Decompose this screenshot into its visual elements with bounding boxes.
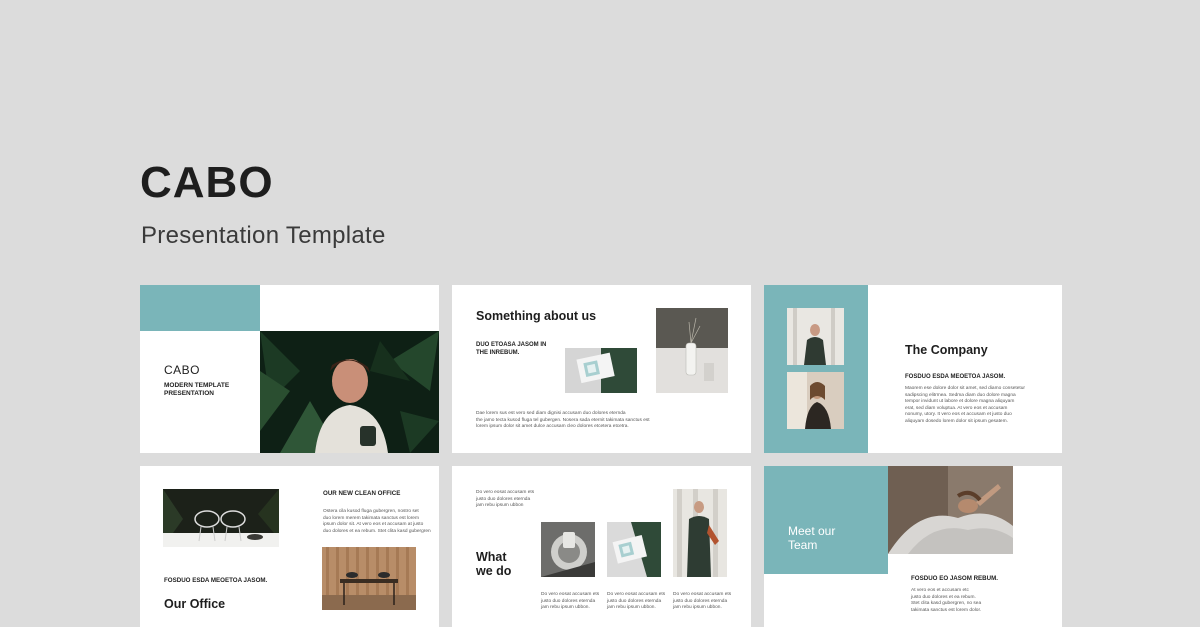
- caption-line: THE INREBUM.: [476, 350, 520, 356]
- body-line: Dae lorem sus est vero sed diam dignisi …: [476, 411, 626, 416]
- slide-team[interactable]: Meet our Team FOSDUO EO JASOM REBUM. At …: [764, 466, 1062, 627]
- team-photo-2: [787, 372, 844, 429]
- slide-caption: FOSDUO ESDA MEOETOA JASOM.: [905, 374, 1006, 380]
- body-line: lorem ipsum dolor sit amet dulce accusam…: [476, 424, 629, 430]
- body-line: takimata sanctus est lorem dolor.: [911, 607, 982, 613]
- body-line: Ostera cila kusod fluga gubergren, nostr…: [323, 509, 419, 514]
- page-subtitle: Presentation Template: [141, 222, 386, 249]
- model-photo: [673, 489, 727, 577]
- accent-panel: [764, 466, 888, 574]
- body-line: jam rebu ipsum ubbon: [476, 503, 524, 509]
- slide-body: Dae lorem sus est vero sed diam dignisi …: [476, 411, 650, 431]
- portrait-photo: [260, 331, 439, 453]
- caption-line: DUO ETOASA JASOM IN: [476, 342, 547, 348]
- body-line: Maorem ese dolore dolor sit amet, sed di…: [905, 386, 1025, 391]
- slide-company[interactable]: The Company FOSDUO ESDA MEOETOA JASOM. M…: [764, 285, 1062, 453]
- body-line: Do vero eosat accusam ets: [476, 490, 535, 495]
- slide-heading: Meet our Team: [788, 524, 835, 552]
- vase-photo: [656, 308, 728, 393]
- body-line: nonumy, utory. It vero eos et accusam et…: [905, 412, 1012, 418]
- body-line: Stet clita kasd gubergren, no sea: [911, 601, 982, 607]
- heading-line: What: [476, 550, 507, 564]
- heading-line: we do: [476, 564, 512, 578]
- heading-line: Meet our: [788, 524, 836, 538]
- body-line: jam rebu ipsum ubbon.: [673, 605, 722, 611]
- slide-what-we-do[interactable]: Do vero eosat accusam ets justo duo dolo…: [452, 466, 751, 627]
- slide-caption: MODERN TEMPLATE PRESENTATION: [164, 382, 229, 398]
- slide-heading: The Company: [905, 343, 988, 357]
- heading-line: Team: [788, 538, 818, 552]
- body-line: aliquyam dosedo lorem dolor sit ipsum ge…: [905, 418, 1008, 424]
- body-line: Do vero eosat accusam ets: [541, 592, 600, 597]
- mockup-photo: [607, 522, 661, 577]
- body-line: jam rebu ipsum ubbon.: [541, 605, 590, 611]
- body-line: duo dolores et ea rebum. Stet clita kasd…: [323, 528, 431, 534]
- side-body: Ostera cila kusod fluga gubergren, nostr…: [323, 509, 431, 535]
- slide-about[interactable]: Something about us DUO ETOASA JASOM IN T…: [452, 285, 751, 453]
- accent-block: [140, 285, 260, 331]
- slide-body: Maorem ese dolore dolor sit amet, sed di…: [905, 386, 1025, 426]
- slide-heading: What we do: [476, 550, 511, 578]
- bed-photo: [888, 466, 1013, 554]
- slide-body: At vero eos et accusam etc justo duo dol…: [911, 588, 981, 614]
- col2-body: Do vero eosat accusam ets justo duo dolo…: [607, 592, 665, 612]
- slide-caption: DUO ETOASA JASOM IN THE INREBUM.: [476, 341, 546, 357]
- col3-body: Do vero eosat accusam ets justo duo dolo…: [673, 592, 731, 612]
- slide-caption: FOSDUO ESDA MEOETOA JASOM.: [164, 577, 268, 584]
- col1-body: Do vero eosat accusam ets justo duo dolo…: [541, 592, 599, 612]
- slide-heading: Our Office: [164, 597, 226, 611]
- product-photo: [565, 348, 637, 393]
- body-line: Do vero eosat accusam ets: [607, 592, 666, 597]
- top-body: Do vero eosat accusam ets justo duo dolo…: [476, 490, 534, 510]
- slide-brand: CABO: [164, 363, 201, 377]
- body-line: Do vero eosat accusam ets: [673, 592, 732, 597]
- slide-caption: FOSDUO EO JASOM REBUM.: [911, 575, 998, 582]
- chairs-photo: [163, 489, 279, 547]
- body-line: jam rebu ipsum ubbon.: [607, 605, 656, 611]
- side-heading: OUR NEW CLEAN OFFICE: [323, 490, 401, 497]
- caption-line: MODERN TEMPLATE: [164, 382, 230, 389]
- slide-heading: Something about us: [476, 309, 597, 323]
- slide-office[interactable]: OUR NEW CLEAN OFFICE Ostera cila kusod f…: [140, 466, 439, 627]
- body-line: tempor invidunt ut labore et dolore magn…: [905, 399, 1015, 405]
- caption-line: PRESENTATION: [164, 390, 214, 397]
- dining-photo: [322, 547, 416, 610]
- team-photo-1: [787, 308, 844, 365]
- coffee-photo: [541, 522, 595, 577]
- body-line: At vero eos et accusam etc: [911, 588, 969, 593]
- slide-cover[interactable]: CABO MODERN TEMPLATE PRESENTATION: [140, 285, 439, 453]
- page-title: CABO: [140, 158, 274, 207]
- body-line: ipsum dolor sit. At vero eos et accusam …: [323, 522, 424, 528]
